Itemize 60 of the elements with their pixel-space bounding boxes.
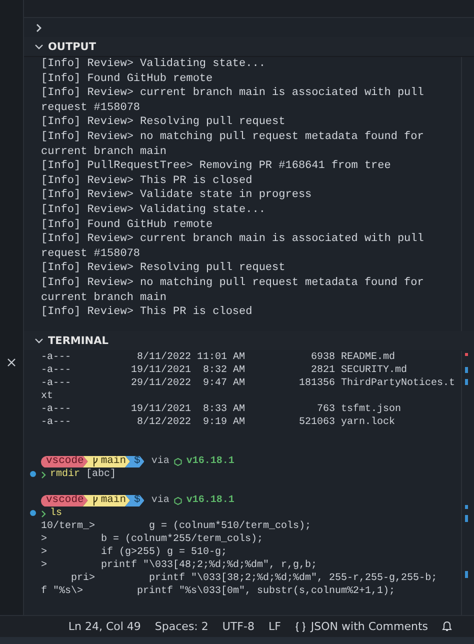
- node-version-text: v16.18.1: [186, 455, 234, 468]
- braces-icon: [294, 622, 306, 632]
- indentation-status[interactable]: Spaces: 2: [154, 620, 208, 633]
- bell-icon[interactable]: [442, 621, 452, 632]
- command-text: ls: [50, 507, 62, 520]
- node-icon: [174, 496, 182, 504]
- chevron-right-icon[interactable]: [34, 22, 44, 32]
- language-mode-status[interactable]: JSON with Comments: [294, 620, 428, 633]
- terminal-text: > printf "\033[48;2;%d;%d;%dm", r,g,b;: [41, 559, 318, 572]
- output-log-line: [Info] Review> Resolving pull request: [41, 115, 286, 130]
- output-log-line: request #158078: [41, 246, 142, 262]
- file-listing-row-text: -a--- 29/11/2022 9:47 AM 181356 ThirdPartyNotices.t: [41, 377, 456, 390]
- file-listing-row-text: -a--- 19/11/2021 8:33 AM 763 tsfmt.json: [41, 403, 402, 416]
- prompt-chevron-icon: [41, 510, 46, 518]
- output-log-line: [Info] Review> This PR is closed: [41, 174, 254, 188]
- terminal-text: xt: [41, 390, 54, 403]
- terminal-text: 10/term_> g = (colnum*510/term_cols);: [41, 520, 312, 533]
- output-log-line: [Info] Review> Validating state...: [41, 57, 266, 72]
- prompt-chevron-icon: [41, 470, 46, 478]
- output-log-line: request #158078: [41, 100, 142, 116]
- output-log-line: [Info] Review> Resolving pull request: [41, 261, 286, 276]
- output-log-line: [Info] Review> Validating state...: [41, 202, 266, 218]
- file-listing-row-text: -a--- 8/11/2022 11:01 AM 6938 README.md: [41, 351, 396, 364]
- terminal-text: pri> printf "\033[38;2;%d;%d;%dm", 255-r,255-g,255-b;: [70, 572, 438, 585]
- output-log-line: current branch main: [41, 290, 168, 306]
- terminal-text: > b = (colnum*255/term_cols);: [41, 533, 264, 546]
- output-log-line: [Info] Review> current branch main is associated with pull: [41, 86, 425, 101]
- output-log-line: [Info] Review> Validate state in progress: [41, 188, 313, 203]
- chevron-down-icon[interactable]: [34, 336, 44, 346]
- prompt-via-text: via: [151, 455, 170, 468]
- command-status-dot: [30, 471, 36, 477]
- branch-icon: [92, 456, 99, 466]
- terminal-text: f "%s\> printf "%s\033[0m", substr(s,colnum%2+1,1);: [41, 585, 396, 598]
- prompt-symbol-segment: $: [125, 456, 144, 468]
- command-argument: [abc]: [86, 468, 116, 481]
- encoding-status[interactable]: UTF-8: [222, 620, 254, 633]
- prompt-user-segment: vscode: [41, 494, 88, 506]
- file-listing-row-text: -a--- 19/11/2021 8:32 AM 2821 SECURITY.md: [41, 364, 408, 377]
- output-log-line: current branch main: [41, 144, 168, 160]
- command-status-dot: [30, 510, 36, 516]
- output-log-line: [Info] Review> current branch main is associated with pull: [41, 232, 425, 247]
- prompt-symbol-segment: $: [125, 494, 144, 506]
- node-icon: [174, 458, 182, 466]
- node-version-text: v16.18.1: [186, 494, 234, 507]
- command-text: rmdir: [50, 468, 80, 481]
- chevron-down-icon[interactable]: [34, 42, 44, 52]
- output-log-line: [Info] Found GitHub remote: [41, 218, 214, 232]
- output-log-line: [Info] Review> no matching pull request metadata found for: [41, 130, 425, 145]
- close-icon[interactable]: [7, 358, 16, 367]
- output-log-line: [Info] Review> This PR is closed: [41, 305, 254, 320]
- output-log-line: [Info] Review> no matching pull request metadata found for: [41, 276, 425, 290]
- file-listing-row-text: -a--- 8/12/2022 9:19 AM 521063 yarn.lock: [41, 416, 396, 429]
- branch-icon: [92, 496, 99, 506]
- output-log-line: [Info] Found GitHub remote: [41, 72, 214, 86]
- prompt-via-text: via: [151, 494, 170, 507]
- prompt-user-segment: vscode: [41, 456, 88, 468]
- output-log-line: [Info] PullRequestTree> Removing PR #168641 from tree: [41, 159, 392, 174]
- cursor-position[interactable]: Ln 24, Col 49: [68, 620, 141, 633]
- line-ending-status[interactable]: LF: [268, 620, 281, 633]
- terminal-text: > if (g>255) g = 510-g;: [41, 546, 228, 559]
